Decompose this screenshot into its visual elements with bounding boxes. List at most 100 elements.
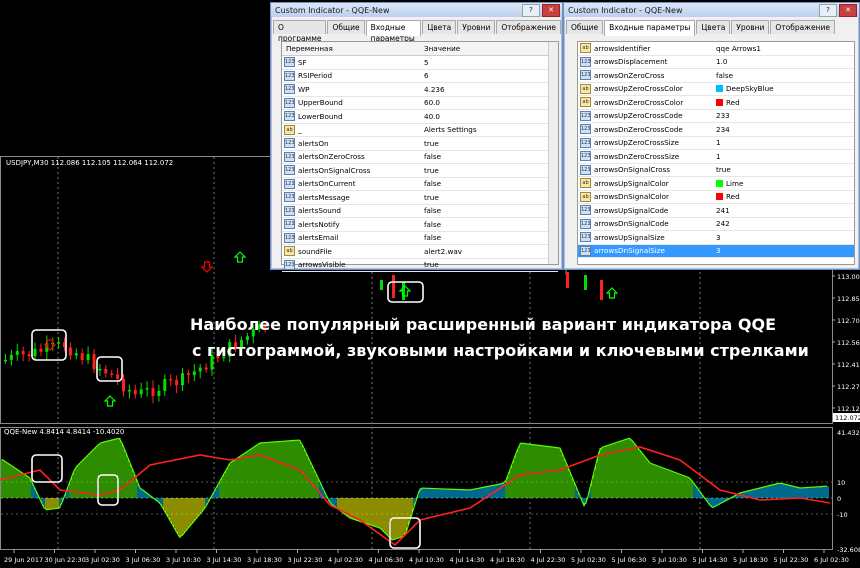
param-row[interactable]: 123 arrowsDnZeroCrossSize 1 — [578, 150, 854, 164]
param-value[interactable]: true — [424, 139, 439, 148]
scrollbar[interactable] — [548, 42, 558, 264]
param-name: alertsNotify — [298, 219, 340, 229]
param-value[interactable]: 3 — [716, 246, 721, 255]
param-value[interactable]: Red — [716, 98, 740, 107]
param-row[interactable]: 123 arrowsVisible true — [282, 259, 558, 272]
param-value[interactable]: true — [716, 165, 731, 174]
price-label: 112.705 — [837, 317, 860, 325]
tab-отображение[interactable]: Отображение — [770, 20, 836, 34]
indicator-label: 0 — [837, 495, 841, 503]
param-value[interactable]: Alerts Settings — [424, 125, 477, 134]
param-row[interactable]: 123 WP 4.236 — [282, 83, 558, 97]
param-value[interactable]: false — [424, 179, 441, 188]
param-value[interactable]: Lime — [716, 179, 743, 188]
bull-candle — [181, 373, 184, 386]
tab-уровни[interactable]: Уровни — [457, 20, 496, 34]
param-value[interactable]: 241 — [716, 206, 730, 215]
param-value[interactable]: true — [424, 193, 439, 202]
param-row[interactable]: 123 arrowsUpZeroCrossSize 1 — [578, 137, 854, 150]
tab-входные-параметры[interactable]: Входные параметры — [604, 20, 696, 36]
param-row[interactable]: 123 arrowsOnZeroCross false — [578, 69, 854, 83]
param-name: arrowsUpSignalSize — [594, 232, 665, 242]
param-value[interactable]: 1.0 — [716, 57, 727, 66]
time-label: 3 Jul 02:30 — [85, 556, 120, 564]
param-row[interactable]: 123 alertsOnZeroCross false — [282, 151, 558, 164]
param-value[interactable]: alert2.wav — [424, 247, 462, 256]
bull-candle — [15, 351, 19, 355]
param-value[interactable]: true — [424, 166, 439, 175]
param-row[interactable]: 123 arrowsUpZeroCrossCode 233 — [578, 110, 854, 123]
param-row[interactable]: 123 alertsOnSignalCross true — [282, 164, 558, 178]
tab-цвета[interactable]: Цвета — [696, 20, 731, 34]
tab-о-программе[interactable]: О программе — [273, 20, 327, 43]
param-row[interactable]: 123 alertsSound false — [282, 205, 558, 218]
price-label: 112.125 — [837, 405, 860, 413]
param-row[interactable]: ab soundFile alert2.wav — [282, 245, 558, 259]
bear-candle — [116, 374, 120, 379]
param-value[interactable]: 40.0 — [424, 112, 440, 121]
bull-candle — [245, 336, 249, 340]
param-row[interactable]: ab arrowsUpSignalColor Lime — [578, 177, 854, 191]
param-row[interactable]: 123 arrowsUpSignalCode 241 — [578, 204, 854, 218]
param-value[interactable]: qqe Arrows1 — [716, 44, 761, 53]
param-row[interactable]: 123 LowerBound 40.0 — [282, 110, 558, 124]
param-row[interactable]: ab _ Alerts Settings — [282, 124, 558, 137]
param-value[interactable]: 4.236 — [424, 85, 445, 94]
param-value[interactable]: 1 — [716, 152, 721, 161]
parameters-grid[interactable]: ab arrowsIdentifier qqe Arrows1 123 arrowsDi… — [577, 41, 855, 265]
help-button[interactable]: ? — [522, 3, 540, 17]
close-icon[interactable]: ✕ — [839, 3, 857, 17]
string-param-icon: ab — [284, 124, 295, 135]
numeric-param-icon: 123 — [284, 97, 295, 108]
param-name: arrowsDnZeroCrossColor — [594, 97, 684, 107]
tab-отображение[interactable]: Отображение — [496, 20, 561, 34]
param-row[interactable]: ab arrowsUpZeroCrossColor DeepSkyBlue — [578, 83, 854, 96]
tab-общие[interactable]: Общие — [327, 20, 365, 34]
param-row[interactable]: ab arrowsIdentifier qqe Arrows1 — [578, 42, 854, 56]
param-row[interactable]: 123 UpperBound 60.0 — [282, 97, 558, 110]
param-value[interactable]: false — [424, 220, 441, 229]
param-value[interactable]: false — [716, 71, 733, 80]
param-value[interactable]: 233 — [716, 111, 730, 120]
param-value[interactable]: 5 — [424, 58, 429, 67]
param-value[interactable]: false — [424, 152, 441, 161]
param-value[interactable]: Red — [716, 192, 740, 201]
param-row[interactable]: 123 arrowsOnSignalCross true — [578, 164, 854, 177]
param-row[interactable]: 123 RSIPeriod 6 — [282, 70, 558, 83]
param-row[interactable]: 123 alertsMessage true — [282, 191, 558, 205]
param-value[interactable]: true — [424, 260, 439, 269]
indicator-panel-frame — [0, 427, 833, 550]
param-value[interactable]: 1 — [716, 138, 721, 147]
close-icon[interactable]: ✕ — [542, 3, 560, 17]
param-row[interactable]: 123 alertsNotify false — [282, 218, 558, 232]
numeric-param-icon: 123 — [580, 245, 591, 256]
tab-уровни[interactable]: Уровни — [731, 20, 770, 34]
tab-входные-параметры[interactable]: Входные параметры — [365, 20, 422, 43]
param-row[interactable]: 123 arrowsDnSignalCode 242 — [578, 218, 854, 231]
param-value[interactable]: 242 — [716, 219, 730, 228]
bull-candle — [9, 354, 13, 360]
param-value[interactable]: false — [424, 206, 441, 215]
param-row[interactable]: ab arrowsDnSignalColor Red — [578, 191, 854, 204]
param-row[interactable]: 123 arrowsDnZeroCrossCode 234 — [578, 123, 854, 137]
dialog-tabs: Общие Входные параметры Цвета Уровни Отображ… — [564, 20, 859, 36]
param-row[interactable]: 123 alertsEmail false — [282, 232, 558, 245]
param-row[interactable]: 123 alertsOnCurrent false — [282, 178, 558, 191]
param-row[interactable]: 123 arrowsDnSignalSize 3 — [578, 244, 854, 258]
tab-общие[interactable]: Общие — [566, 20, 604, 34]
param-value[interactable]: false — [424, 233, 441, 242]
param-value[interactable]: 60.0 — [424, 98, 440, 107]
param-row[interactable]: 123 arrowsUpSignalSize 3 — [578, 231, 854, 245]
help-button[interactable]: ? — [819, 3, 837, 17]
param-value[interactable]: DeepSkyBlue — [716, 84, 774, 93]
param-value[interactable]: 234 — [716, 125, 730, 134]
param-value[interactable]: 6 — [424, 71, 429, 80]
param-row[interactable]: ab arrowsDnZeroCrossColor Red — [578, 96, 854, 110]
tab-цвета[interactable]: Цвета — [422, 20, 457, 34]
indicator-header: QQE-New 4.8414 4.8414 -10.4020 — [4, 428, 125, 436]
param-row[interactable]: 123 alertsOn true — [282, 137, 558, 151]
param-row[interactable]: 123 arrowsDisplacement 1.0 — [578, 56, 854, 69]
param-value[interactable]: 3 — [716, 233, 721, 242]
param-row[interactable]: 123 SF 5 — [282, 56, 558, 70]
parameters-grid[interactable]: Переменная Значение 123 SF 5 123 RSIPeriod 6 12… — [281, 41, 559, 272]
